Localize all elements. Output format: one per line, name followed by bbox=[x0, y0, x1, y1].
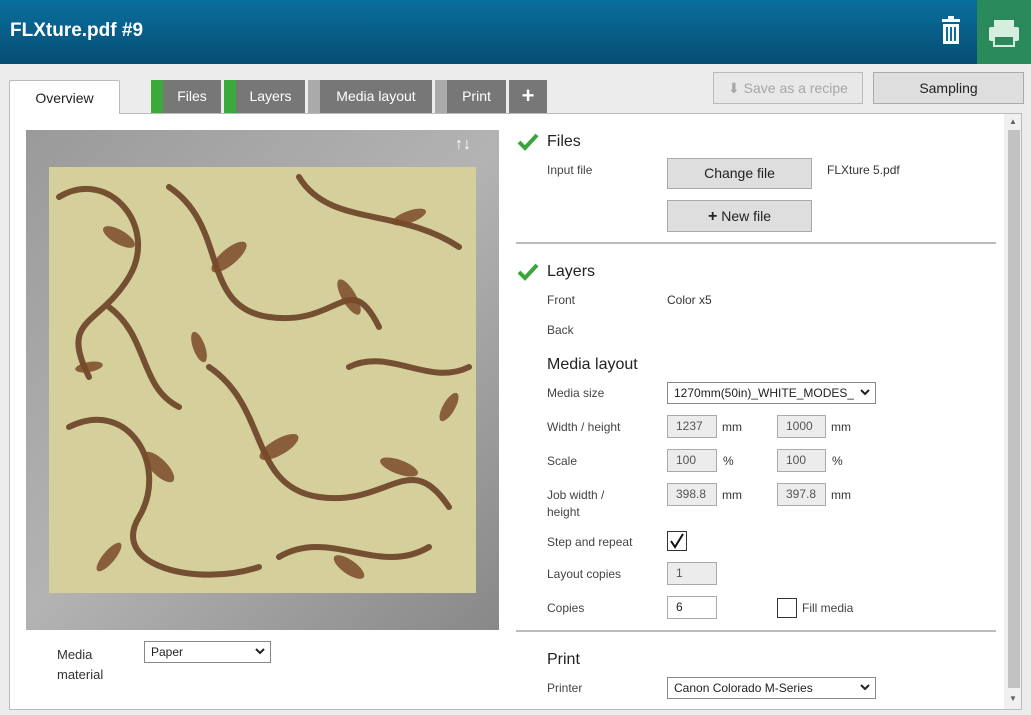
tab-print[interactable]: Print bbox=[435, 80, 506, 113]
job-title: FLXture.pdf #9 bbox=[10, 20, 144, 41]
media-size-label: Media size bbox=[547, 386, 605, 400]
step-repeat-checkbox[interactable] bbox=[667, 531, 687, 551]
trash-icon[interactable] bbox=[934, 14, 968, 48]
tab-files-label: Files bbox=[177, 88, 207, 104]
printer-value: Canon Colorado M-Series bbox=[674, 681, 813, 695]
job-height-input[interactable]: 397.8 bbox=[777, 483, 826, 506]
check-icon bbox=[517, 133, 539, 151]
unit-label: mm bbox=[831, 420, 851, 434]
media-material-value: Paper bbox=[151, 645, 184, 659]
printer-select[interactable]: Canon Colorado M-Series bbox=[667, 677, 876, 699]
unit-label: mm bbox=[722, 488, 742, 502]
files-section-title: Files bbox=[547, 133, 581, 150]
printer-icon bbox=[989, 20, 1019, 47]
add-tab-button[interactable]: + bbox=[509, 80, 547, 113]
media-layout-section-title: Media layout bbox=[547, 356, 638, 373]
media-size-value: 1270mm(50in)_WHITE_MODES_AA bbox=[674, 386, 854, 400]
copies-input[interactable]: 6 bbox=[667, 596, 717, 619]
status-stripe bbox=[435, 80, 447, 113]
input-file-name: FLXture 5.pdf bbox=[827, 163, 900, 177]
plus-icon: + bbox=[707, 208, 718, 225]
front-value: Color x5 bbox=[667, 293, 712, 307]
scale-label: Scale bbox=[547, 454, 578, 468]
tab-media-layout[interactable]: Media layout bbox=[308, 80, 432, 113]
reorder-arrows-icon[interactable]: ↑↓ bbox=[455, 136, 495, 156]
back-label: Back bbox=[547, 323, 574, 337]
save-recipe-label: Save as a recipe bbox=[743, 80, 848, 96]
job-width-input[interactable]: 398.8 bbox=[667, 483, 717, 506]
scroll-thumb[interactable] bbox=[1008, 130, 1020, 688]
download-icon: ⬇ bbox=[728, 80, 740, 96]
tab-layers[interactable]: Layers bbox=[224, 80, 305, 113]
layout-copies-input[interactable]: 1 bbox=[667, 562, 717, 585]
layout-copies-label: Layout copies bbox=[547, 567, 622, 581]
chevron-down-icon bbox=[860, 389, 870, 396]
unit-label: % bbox=[832, 454, 843, 468]
new-file-button[interactable]: + New file bbox=[667, 200, 812, 232]
scale-y-input[interactable]: 100 bbox=[777, 449, 826, 472]
sampling-button[interactable]: Sampling bbox=[873, 72, 1024, 104]
copies-label: Copies bbox=[547, 601, 585, 615]
tab-layers-label: Layers bbox=[249, 88, 292, 104]
status-stripe bbox=[224, 80, 236, 113]
section-divider bbox=[516, 630, 996, 632]
pattern-preview bbox=[49, 167, 476, 593]
media-material-label: Media material bbox=[57, 647, 104, 682]
vertical-scrollbar[interactable]: ▲ ▼ bbox=[1004, 114, 1021, 709]
step-repeat-label: Step and repeat bbox=[547, 535, 633, 549]
status-stripe bbox=[308, 80, 320, 113]
printer-label: Printer bbox=[547, 681, 583, 695]
checkmark-icon bbox=[670, 533, 684, 549]
chevron-down-icon bbox=[255, 648, 265, 655]
app-header: FLXture.pdf #9 bbox=[0, 0, 1031, 64]
input-file-label: Input file bbox=[547, 163, 593, 177]
width-height-label: Width / height bbox=[547, 420, 621, 434]
fill-media-label: Fill media bbox=[802, 601, 854, 615]
unit-label: % bbox=[723, 454, 734, 468]
print-section-title: Print bbox=[547, 651, 580, 668]
width-input[interactable]: 1237 bbox=[667, 415, 717, 438]
section-divider bbox=[516, 242, 996, 244]
check-icon bbox=[517, 263, 539, 281]
tab-files[interactable]: Files bbox=[151, 80, 221, 113]
scroll-up-icon[interactable]: ▲ bbox=[1008, 117, 1018, 127]
chevron-down-icon bbox=[860, 684, 870, 691]
save-recipe-button[interactable]: ⬇ Save as a recipe bbox=[713, 72, 863, 104]
tab-overview[interactable]: Overview bbox=[9, 80, 120, 114]
print-button[interactable] bbox=[977, 0, 1031, 64]
layers-section-title: Layers bbox=[547, 263, 596, 280]
media-size-select[interactable]: 1270mm(50in)_WHITE_MODES_AA bbox=[667, 382, 876, 404]
tab-media-layout-label: Media layout bbox=[336, 88, 416, 104]
fill-media-checkbox[interactable] bbox=[777, 598, 797, 618]
height-input[interactable]: 1000 bbox=[777, 415, 826, 438]
status-stripe bbox=[151, 80, 163, 113]
scale-x-input[interactable]: 100 bbox=[667, 449, 717, 472]
change-file-button[interactable]: Change file bbox=[667, 158, 812, 189]
tab-print-label: Print bbox=[462, 88, 491, 104]
new-file-label: New file bbox=[721, 208, 772, 224]
front-label: Front bbox=[547, 293, 576, 307]
media-material-select[interactable]: Paper bbox=[144, 641, 271, 663]
job-width-height-label: Job width / height bbox=[547, 488, 605, 519]
unit-label: mm bbox=[722, 420, 742, 434]
scroll-down-icon[interactable]: ▼ bbox=[1008, 694, 1018, 704]
unit-label: mm bbox=[831, 488, 851, 502]
